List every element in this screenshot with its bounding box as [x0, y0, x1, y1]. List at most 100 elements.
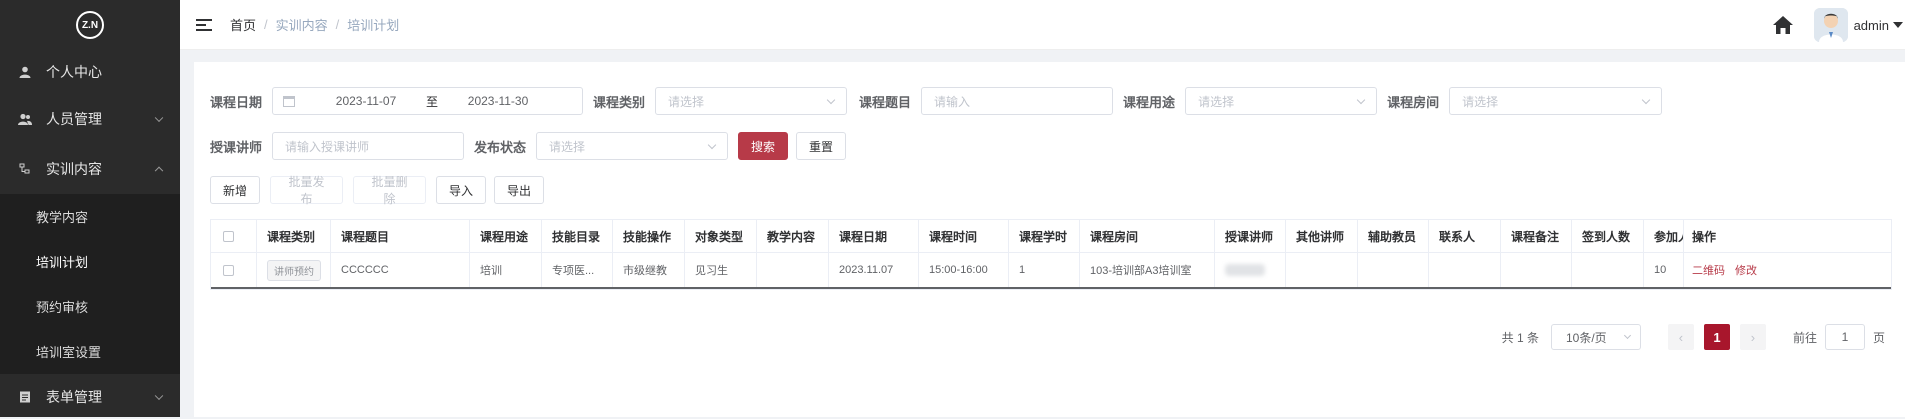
main-area: 首页 / 实训内容 / 培训计划 admin 课程日期 2023-11-07 至… — [180, 0, 1905, 417]
content-panel: 课程日期 2023-11-07 至 2023-11-30 课程类别 请选择 课程… — [194, 62, 1905, 417]
submenu-item-training-room-settings[interactable]: 培训室设置 — [0, 329, 180, 374]
chevron-down-icon — [154, 113, 164, 123]
table-header-cell: 课程日期 — [829, 220, 919, 252]
form-icon — [18, 390, 32, 404]
row-checkbox[interactable] — [223, 264, 234, 276]
table-header-cell: 授课讲师 — [1215, 220, 1286, 252]
add-button[interactable]: 新增 — [210, 176, 260, 204]
batch-delete-button[interactable]: 批量删除 — [353, 175, 426, 206]
cell-course-room: 103-培训部A3培训室 — [1080, 253, 1215, 287]
date-end[interactable]: 2023-11-30 — [453, 94, 543, 108]
home-icon[interactable] — [1772, 14, 1794, 36]
next-page-button[interactable]: › — [1739, 324, 1766, 350]
date-start[interactable]: 2023-11-07 — [321, 94, 411, 108]
submenu-item-booking-review[interactable]: 预约审核 — [0, 284, 180, 329]
cell-teacher — [1215, 253, 1286, 287]
redacted-teacher-name — [1225, 264, 1265, 276]
submenu-item-training-plan[interactable]: 培训计划 — [0, 239, 180, 284]
chevron-down-icon — [1641, 95, 1651, 105]
cell-skill-operation: 市级继教 — [613, 253, 685, 287]
chevron-down-icon — [1356, 95, 1366, 105]
table-header-cell: 课程用途 — [470, 220, 542, 252]
goto-label: 前往 — [1792, 330, 1817, 345]
data-table: 课程类别 课程题目 课程用途 技能目录 技能操作 对象类型 教学内容 课程日期 … — [210, 219, 1892, 290]
table-header-cell: 技能目录 — [542, 220, 613, 252]
breadcrumb-home[interactable]: 首页 — [230, 15, 256, 34]
course-type-select[interactable]: 请选择 — [655, 87, 848, 115]
users-icon — [18, 112, 32, 126]
publish-status-label: 发布状态 — [474, 139, 527, 155]
publish-status-placeholder: 请选择 — [549, 139, 586, 154]
course-use-select[interactable]: 请选择 — [1185, 87, 1378, 115]
reset-button[interactable]: 重置 — [796, 132, 847, 160]
prev-page-button[interactable]: ‹ — [1667, 324, 1694, 350]
sidebar-item-personal-center[interactable]: 个人中心 — [0, 50, 180, 94]
page-size-select[interactable]: 10条/页 — [1550, 324, 1641, 350]
breadcrumb-training-content[interactable]: 实训内容 — [276, 15, 328, 34]
edit-link[interactable]: 修改 — [1735, 262, 1757, 278]
table-header-cell: 技能操作 — [613, 220, 685, 252]
page-size-value: 10条/页 — [1565, 330, 1607, 345]
table-header-cell: 对象类型 — [685, 220, 757, 252]
breadcrumb-separator: / — [264, 17, 268, 32]
tree-icon — [18, 162, 32, 176]
teacher-placeholder: 请输入授课讲师 — [285, 139, 370, 154]
course-use-label: 课程用途 — [1123, 94, 1176, 110]
course-room-select[interactable]: 请选择 — [1449, 87, 1663, 115]
select-all-cell[interactable] — [211, 220, 257, 252]
chevron-down-icon — [826, 95, 836, 105]
cell-contact — [1429, 253, 1501, 287]
logo-icon: Z.N — [76, 11, 104, 39]
sidebar-item-label: 个人中心 — [46, 64, 102, 80]
import-button[interactable]: 导入 — [436, 176, 486, 204]
navbar: 首页 / 实训内容 / 培训计划 admin — [180, 0, 1905, 50]
calendar-icon — [283, 95, 296, 107]
submenu: 教学内容 培训计划 预约审核 培训室设置 — [0, 194, 180, 374]
batch-publish-button[interactable]: 批量发布 — [270, 175, 343, 206]
search-button[interactable]: 搜索 — [738, 132, 789, 160]
table-header-cell: 签到人数 — [1572, 220, 1644, 252]
table-header-cell: 课程房间 — [1080, 220, 1215, 252]
sidebar-item-staff-management[interactable]: 人员管理 — [0, 94, 180, 144]
row-select-cell[interactable] — [211, 253, 257, 287]
user-name[interactable]: admin — [1854, 18, 1889, 33]
teacher-input[interactable]: 请输入授课讲师 — [272, 132, 465, 160]
page-number-button[interactable]: 1 — [1703, 324, 1730, 350]
cell-signin-count — [1572, 253, 1644, 287]
chevron-up-icon — [154, 166, 164, 176]
teacher-label: 授课讲师 — [210, 139, 263, 155]
table-header-cell: 参加人 — [1644, 220, 1684, 252]
course-room-placeholder: 请选择 — [1462, 94, 1499, 109]
course-title-input[interactable]: 请输入 — [921, 87, 1114, 115]
chevron-down-icon — [1623, 331, 1632, 340]
cell-participants: 10 — [1644, 253, 1684, 287]
table-header-cell: 课程时间 — [919, 220, 1009, 252]
chevron-down-icon — [707, 140, 717, 150]
cell-target-type: 见习生 — [685, 253, 757, 287]
sidebar-item-form-management[interactable]: 表单管理 — [0, 374, 180, 419]
cell-course-use: 培训 — [470, 253, 542, 287]
table-header-row: 课程类别 课程题目 课程用途 技能目录 技能操作 对象类型 教学内容 课程日期 … — [211, 220, 1891, 253]
breadcrumb-separator: / — [335, 17, 340, 32]
toolbar: 新增 批量发布 批量删除 导入 导出 — [210, 175, 544, 206]
cell-course-time: 15:00-16:00 — [919, 253, 1009, 287]
sidebar-item-training-content[interactable]: 实训内容 — [0, 144, 180, 194]
export-button[interactable]: 导出 — [494, 176, 544, 204]
submenu-item-teaching-content[interactable]: 教学内容 — [0, 194, 180, 239]
course-type-placeholder: 请选择 — [668, 94, 705, 109]
hamburger-icon[interactable] — [196, 17, 212, 33]
table-row: 讲师预约 CCCCCC 培训 专项医... 市级继教 见习生 2023.11.0… — [211, 253, 1891, 289]
date-range-separator: 至 — [426, 94, 439, 109]
qr-code-link[interactable]: 二维码 — [1692, 262, 1725, 278]
course-use-placeholder: 请选择 — [1198, 94, 1235, 109]
course-date-range[interactable]: 2023-11-07 至 2023-11-30 — [272, 87, 584, 115]
avatar[interactable] — [1813, 8, 1848, 42]
breadcrumb-training-plan: 培训计划 — [347, 18, 400, 33]
goto-page-input[interactable]: 1 — [1824, 324, 1865, 350]
select-all-checkbox[interactable] — [223, 230, 234, 242]
user-area: admin — [1772, 0, 1905, 50]
caret-down-icon[interactable] — [1893, 22, 1903, 28]
publish-status-select[interactable]: 请选择 — [536, 132, 729, 160]
sidebar-item-label: 人员管理 — [46, 111, 102, 127]
logo: Z.N — [0, 0, 180, 50]
